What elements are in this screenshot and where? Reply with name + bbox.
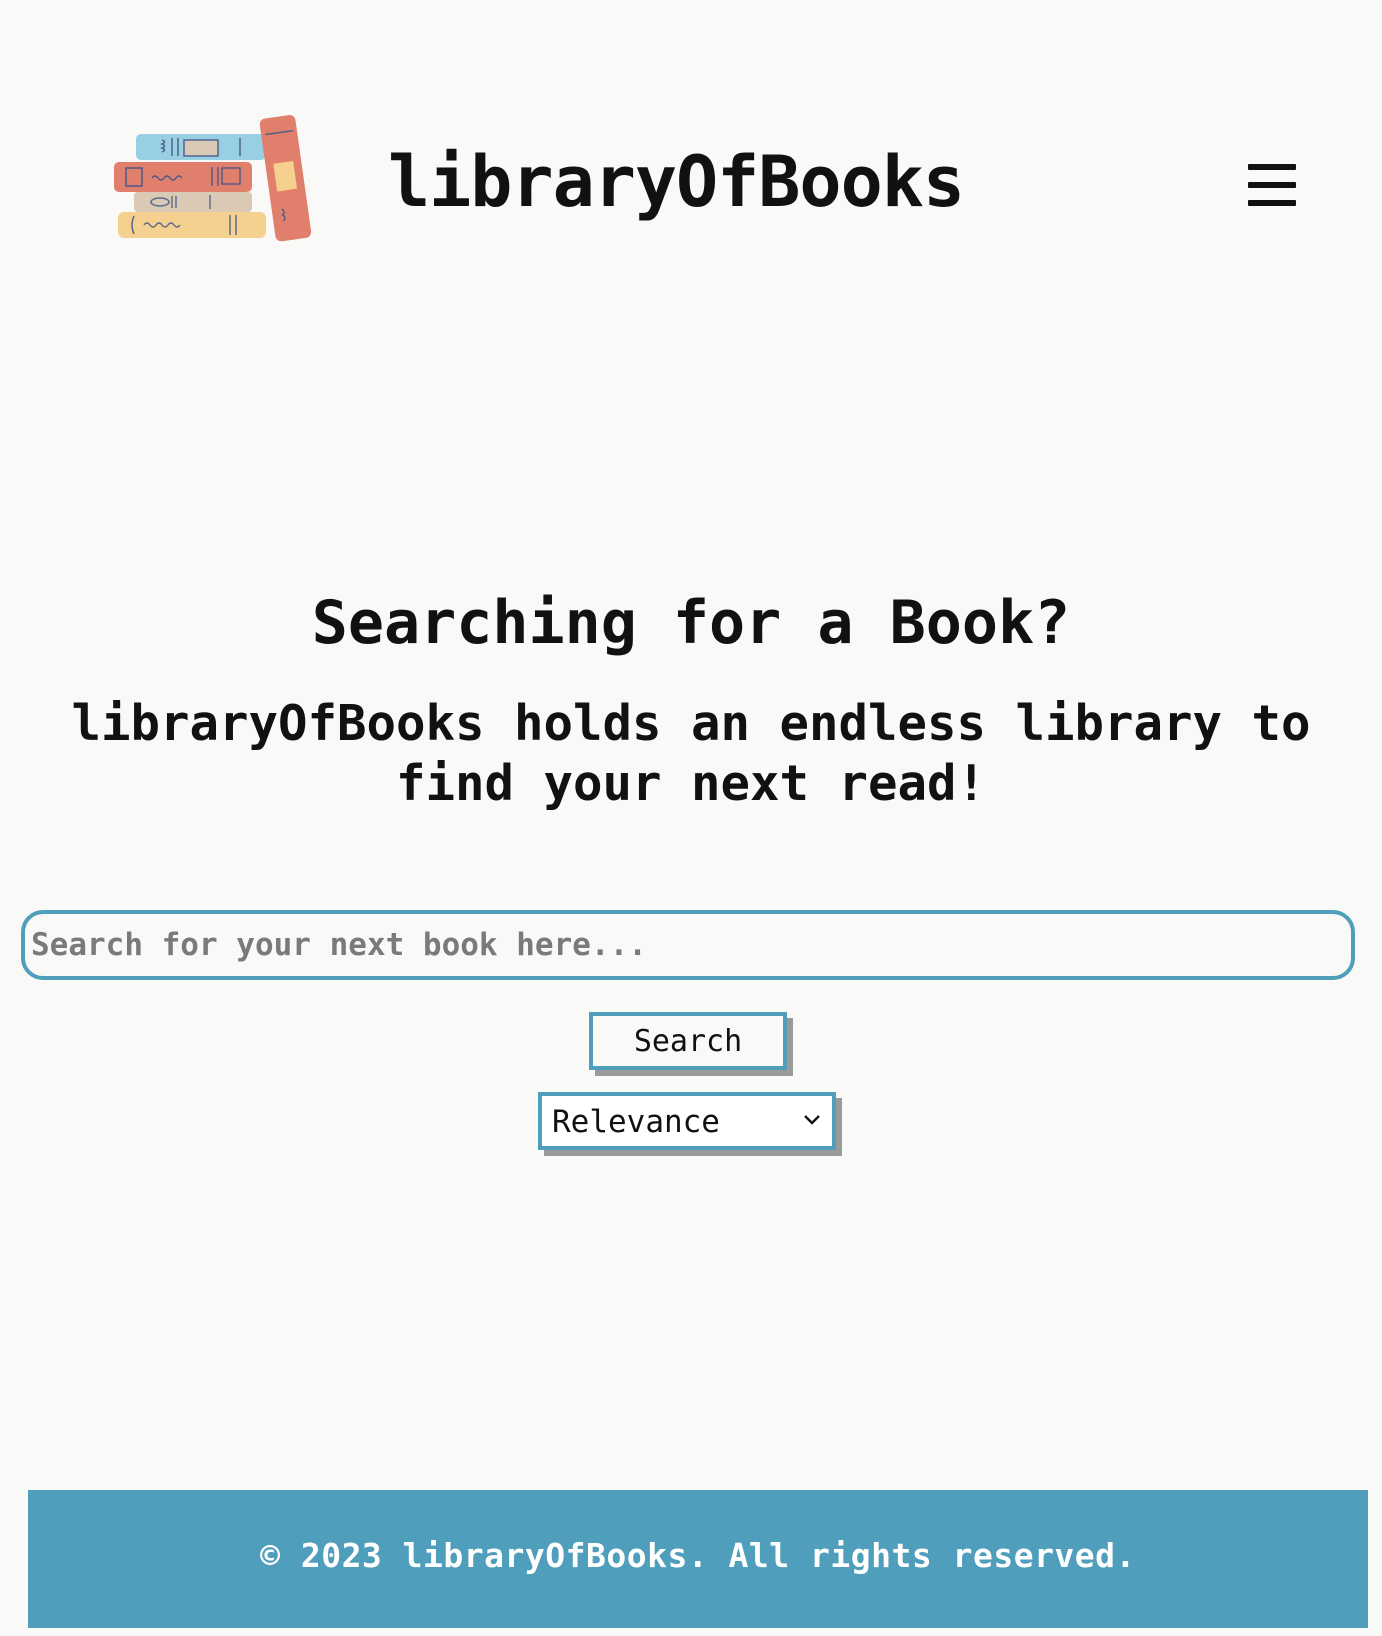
hamburger-menu-icon[interactable] bbox=[1248, 164, 1298, 208]
hero-title: Searching for a Book? bbox=[311, 588, 1071, 658]
footer-copyright: © 2023 libraryOfBooks. All rights reserv… bbox=[260, 1536, 1136, 1575]
hero-subtitle: libraryOfBooks holds an endless library … bbox=[71, 695, 1311, 812]
site-title[interactable]: libraryOfBooks bbox=[388, 140, 965, 224]
stacked-books-logo bbox=[114, 115, 312, 242]
hero-section: Searching for a Book? libraryOfBooks hol… bbox=[0, 580, 1382, 814]
chevron-down-icon bbox=[804, 1115, 820, 1125]
sort-select[interactable]: Relevance bbox=[538, 1092, 836, 1150]
site-footer: © 2023 libraryOfBooks. All rights reserv… bbox=[28, 1490, 1368, 1628]
site-header: libraryOfBooks bbox=[0, 0, 1382, 290]
search-button[interactable]: Search bbox=[589, 1012, 787, 1070]
sort-select-value: Relevance bbox=[552, 1104, 720, 1140]
search-input[interactable] bbox=[21, 910, 1355, 980]
